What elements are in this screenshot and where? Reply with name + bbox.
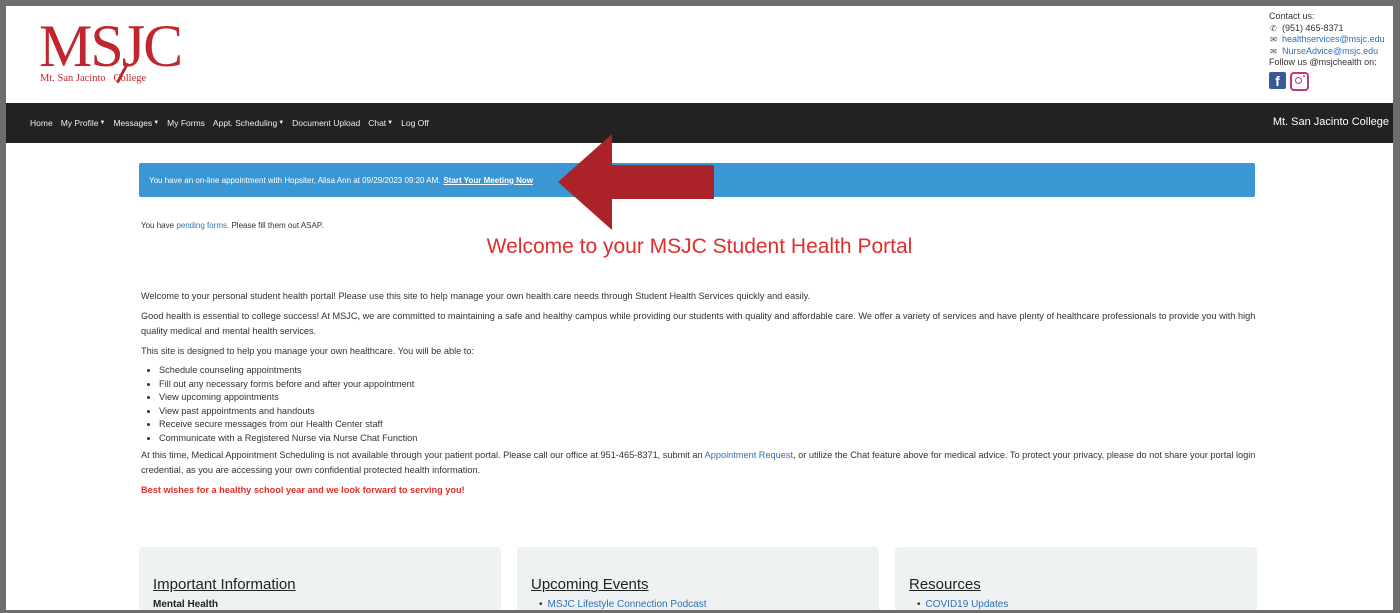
nav-my-profile-label: My Profile xyxy=(60,118,99,128)
scheduling-text-before: At this time, Medical Appointment Schedu… xyxy=(141,450,703,460)
start-meeting-link[interactable]: Start Your Meeting Now xyxy=(443,176,533,185)
mental-health-heading: Mental Health xyxy=(153,599,219,610)
list-item: Receive secure messages from our Health … xyxy=(159,418,1261,432)
nav-my-forms-label: My Forms xyxy=(167,118,205,128)
envelope-icon: ✉ xyxy=(1270,35,1277,44)
covid-updates-link[interactable]: COVID19 Updates xyxy=(917,599,1009,610)
upcoming-events-panel: Upcoming Events MSJC Lifestyle Connectio… xyxy=(517,547,879,610)
nav-log-off-label: Log Off xyxy=(401,118,429,128)
health-email-link[interactable]: healthservices@msjc.edu xyxy=(1282,34,1385,46)
list-item: Communicate with a Registered Nurse via … xyxy=(159,432,1261,446)
contact-label: Contact us: xyxy=(1269,11,1315,21)
nav-messages[interactable]: Messages ▼ xyxy=(113,118,159,128)
nav-my-forms[interactable]: My Forms xyxy=(167,118,205,128)
alert-text: You have an on-line appointment with Hop… xyxy=(149,175,441,185)
intro-paragraph: Welcome to your personal student health … xyxy=(141,291,811,301)
nav-my-profile[interactable]: My Profile ▼ xyxy=(61,118,106,128)
main-content: Welcome to your personal student health … xyxy=(141,289,1261,503)
logo-wordmark: MSJC xyxy=(39,13,183,79)
navbar-brand[interactable]: Mt. San Jacinto College xyxy=(1273,116,1389,128)
instagram-icon[interactable] xyxy=(1290,71,1309,91)
important-info-title: Important Information xyxy=(153,576,296,593)
designed-paragraph: This site is designed to help you manage… xyxy=(141,346,475,356)
features-list: Schedule counseling appointments Fill ou… xyxy=(141,364,1261,445)
nav-log-off[interactable]: Log Off xyxy=(401,118,429,128)
red-arrow-annotation xyxy=(558,134,714,230)
nav-document-upload-label: Document Upload xyxy=(292,118,361,128)
important-info-panel: Important Information Mental Health xyxy=(139,547,501,610)
caret-down-icon: ▼ xyxy=(153,120,160,126)
list-item: View upcoming appointments xyxy=(159,391,1261,405)
phone-row: ✆ (951) 465-8371 xyxy=(1269,23,1385,35)
podcast-link[interactable]: MSJC Lifestyle Connection Podcast xyxy=(539,599,707,610)
nav-chat[interactable]: Chat ▼ xyxy=(368,118,393,128)
pending-text-before: You have xyxy=(141,221,175,230)
nav-home-label: Home xyxy=(30,118,53,128)
list-item: Schedule counseling appointments xyxy=(159,364,1261,378)
upcoming-events-title: Upcoming Events xyxy=(531,576,649,593)
list-item: Fill out any necessary forms before and … xyxy=(159,378,1261,392)
page-title: Welcome to your MSJC Student Health Port… xyxy=(486,235,913,258)
follow-label: Follow us @msjchealth on: xyxy=(1269,57,1377,67)
best-wishes-text: Best wishes for a healthy school year an… xyxy=(141,485,465,495)
msjc-logo[interactable]: MSJC Mt. San Jacinto College xyxy=(39,14,183,90)
nurse-email-link[interactable]: NurseAdvice@msjc.edu xyxy=(1282,46,1378,58)
contact-block: Contact us: ✆ (951) 465-8371 ✉ healthser… xyxy=(1269,11,1385,91)
resources-title: Resources xyxy=(909,576,981,593)
caret-down-icon: ▼ xyxy=(99,120,106,126)
phone-icon: ✆ xyxy=(1270,23,1277,33)
social-links: f xyxy=(1269,71,1385,91)
nav-appt-scheduling[interactable]: Appt. Scheduling ▼ xyxy=(213,118,284,128)
appointment-request-link[interactable]: Appointment Request xyxy=(705,450,793,460)
email-row-nurse: ✉ NurseAdvice@msjc.edu xyxy=(1269,46,1385,58)
phone-number: (951) 465-8371 xyxy=(1282,22,1344,33)
facebook-icon[interactable]: f xyxy=(1269,71,1286,89)
nav-document-upload[interactable]: Document Upload xyxy=(292,118,360,128)
scheduling-paragraph: At this time, Medical Appointment Schedu… xyxy=(141,448,1261,478)
nav-appt-scheduling-label: Appt. Scheduling xyxy=(212,118,278,128)
email-row-health: ✉ healthservices@msjc.edu xyxy=(1269,34,1385,46)
logo-subtitle: Mt. San Jacinto College xyxy=(40,73,146,84)
good-health-paragraph: Good health is essential to college succ… xyxy=(141,311,1256,336)
resources-panel: Resources COVID19 Updates xyxy=(895,547,1257,610)
pending-forms-notice: You have pending forms. Please fill them… xyxy=(141,221,323,230)
nav-messages-label: Messages xyxy=(113,118,153,128)
envelope-icon: ✉ xyxy=(1270,46,1277,56)
page-frame: MSJC Mt. San Jacinto College Contact us:… xyxy=(6,6,1393,610)
caret-down-icon: ▼ xyxy=(387,120,394,126)
nav-home[interactable]: Home xyxy=(30,118,53,128)
caret-down-icon: ▼ xyxy=(278,120,285,126)
logo-subtitle-left: Mt. San Jacinto xyxy=(40,73,106,84)
pending-forms-link[interactable]: pending forms xyxy=(176,221,227,230)
nav-chat-label: Chat xyxy=(368,118,387,128)
list-item: View past appointments and handouts xyxy=(159,405,1261,419)
pending-text-after: . Please fill them out ASAP. xyxy=(227,221,324,230)
logo-subtitle-right: College xyxy=(113,73,147,84)
